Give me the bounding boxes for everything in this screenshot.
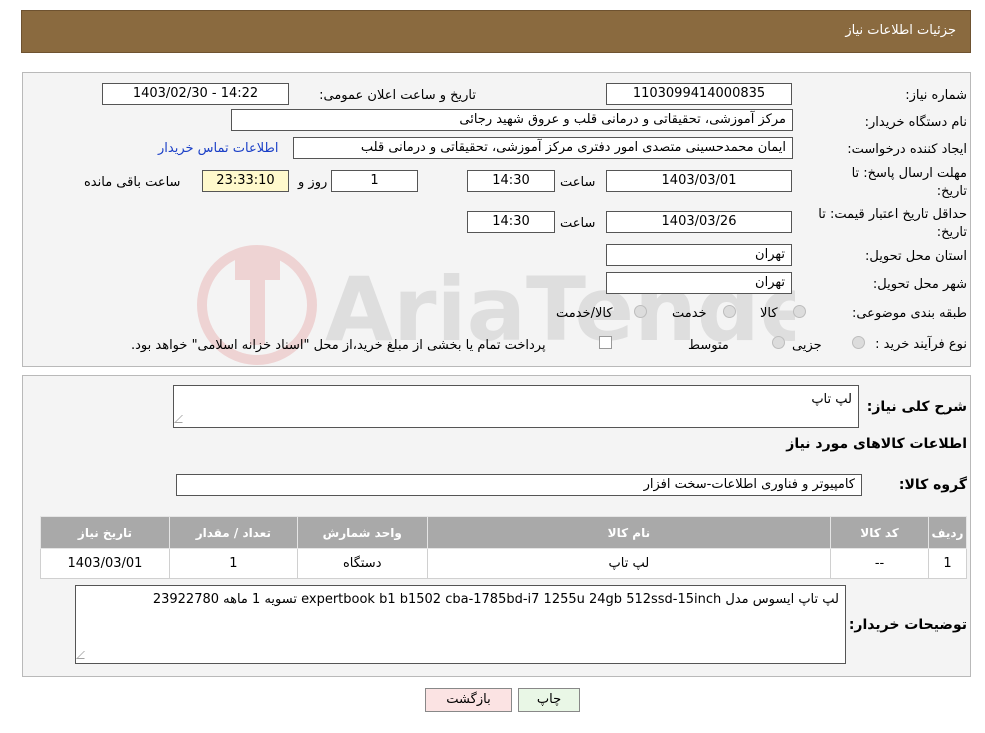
remaining-label: ساعت باقی مانده bbox=[84, 175, 181, 190]
table-row: 1403/03/01 1 دستگاه لپ تاپ -- 1 bbox=[40, 548, 968, 579]
validity-date-field: 1403/03/26 bbox=[606, 211, 792, 233]
category-service-label: خدمت bbox=[672, 306, 707, 321]
need-number-label: شماره نیاز: bbox=[905, 88, 967, 103]
cell-row: 1 bbox=[927, 548, 968, 579]
purchase-minor-radio[interactable] bbox=[852, 336, 865, 349]
treasury-checkbox[interactable] bbox=[599, 336, 612, 349]
city-label: شهر محل تحویل: bbox=[872, 277, 967, 292]
goods-group-field: کامپیوتر و فناوری اطلاعات-سخت افزار bbox=[176, 474, 862, 496]
purchase-minor-label: جزیی bbox=[792, 338, 822, 353]
cell-quantity: 1 bbox=[168, 548, 298, 579]
purchase-medium-radio[interactable] bbox=[772, 336, 785, 349]
summary-label: شرح کلی نیاز: bbox=[866, 399, 967, 415]
remaining-time-field: 23:33:10 bbox=[202, 170, 289, 192]
back-button[interactable]: بازگشت bbox=[425, 688, 512, 712]
validity-label: حداقل تاریخ اعتبار قیمت: تا تاریخ: bbox=[818, 207, 967, 240]
buyer-org-label: نام دستگاه خریدار: bbox=[864, 115, 967, 130]
deadline-date-field: 1403/03/01 bbox=[606, 170, 792, 192]
col-item-name: نام کالا bbox=[426, 516, 832, 549]
col-need-date: تاریخ نیاز bbox=[40, 516, 170, 549]
validity-time-field: 14:30 bbox=[467, 211, 555, 233]
city-field: تهران bbox=[606, 272, 792, 294]
creator-field: ایمان محمدحسینی متصدی امور دفتری مرکز آم… bbox=[293, 137, 793, 159]
resize-grip-icon[interactable] bbox=[174, 415, 190, 423]
col-row: ردیف bbox=[927, 516, 968, 549]
print-button[interactable]: چاپ bbox=[518, 688, 580, 712]
announce-label: تاریخ و ساعت اعلان عمومی: bbox=[319, 88, 476, 103]
days-label: روز و bbox=[298, 175, 328, 190]
goods-group-label: گروه کالا: bbox=[898, 477, 967, 493]
buyer-org-field: مرکز آموزشی، تحقیقاتی و درمانی قلب و عرو… bbox=[231, 109, 793, 131]
buyer-notes-text: لپ تاپ ایسوس مدل expertbook b1 b1502 cba… bbox=[152, 592, 839, 607]
col-item-code: کد کالا bbox=[830, 516, 929, 549]
buyer-notes-label: توضیحات خریدار: bbox=[848, 617, 967, 633]
summary-text: لپ تاپ bbox=[811, 392, 852, 407]
summary-textarea[interactable]: لپ تاپ bbox=[173, 385, 859, 428]
cell-item-name: لپ تاپ bbox=[426, 548, 832, 579]
deadline-label: مهلت ارسال پاسخ: تا تاریخ: bbox=[851, 166, 967, 199]
days-field: 1 bbox=[331, 170, 418, 192]
category-goods-service-label: کالا/خدمت bbox=[556, 306, 613, 321]
validity-time-label: ساعت bbox=[560, 216, 596, 231]
announce-field: 1403/02/30 - 14:22 bbox=[102, 83, 289, 105]
category-goods-radio[interactable] bbox=[793, 305, 806, 318]
items-table: تاریخ نیاز تعداد / مقدار واحد شمارش نام … bbox=[40, 516, 968, 579]
category-goods-service-radio[interactable] bbox=[634, 305, 647, 318]
province-field: تهران bbox=[606, 244, 792, 266]
items-table-header: تاریخ نیاز تعداد / مقدار واحد شمارش نام … bbox=[40, 516, 968, 549]
col-unit: واحد شمارش bbox=[296, 516, 428, 549]
cell-need-date: 1403/03/01 bbox=[40, 548, 170, 579]
deadline-time-label: ساعت bbox=[560, 175, 596, 190]
purchase-type-label: نوع فرآیند خرید : bbox=[875, 337, 967, 352]
purchase-note: پرداخت تمام یا بخشی از مبلغ خرید،از محل … bbox=[131, 338, 546, 353]
page-title: جزئیات اطلاعات نیاز bbox=[845, 23, 956, 38]
resize-grip-icon[interactable] bbox=[76, 651, 92, 659]
items-section-title: اطلاعات کالاهای مورد نیاز bbox=[786, 436, 967, 452]
creator-label: ایجاد کننده درخواست: bbox=[847, 142, 967, 157]
province-label: استان محل تحویل: bbox=[865, 249, 967, 264]
page-header: جزئیات اطلاعات نیاز bbox=[21, 10, 971, 53]
need-number-field: 1103099414000835 bbox=[606, 83, 792, 105]
col-quantity: تعداد / مقدار bbox=[168, 516, 298, 549]
buyer-notes-textarea[interactable]: لپ تاپ ایسوس مدل expertbook b1 b1502 cba… bbox=[75, 585, 846, 664]
deadline-time-field: 14:30 bbox=[467, 170, 555, 192]
category-goods-label: کالا bbox=[760, 306, 778, 321]
cell-unit: دستگاه bbox=[296, 548, 428, 579]
cell-item-code: -- bbox=[830, 548, 929, 579]
purchase-medium-label: متوسط bbox=[688, 338, 729, 353]
category-label: طبقه بندی موضوعی: bbox=[851, 306, 967, 321]
category-service-radio[interactable] bbox=[723, 305, 736, 318]
buyer-contact-link[interactable]: اطلاعات تماس خریدار bbox=[158, 141, 278, 156]
